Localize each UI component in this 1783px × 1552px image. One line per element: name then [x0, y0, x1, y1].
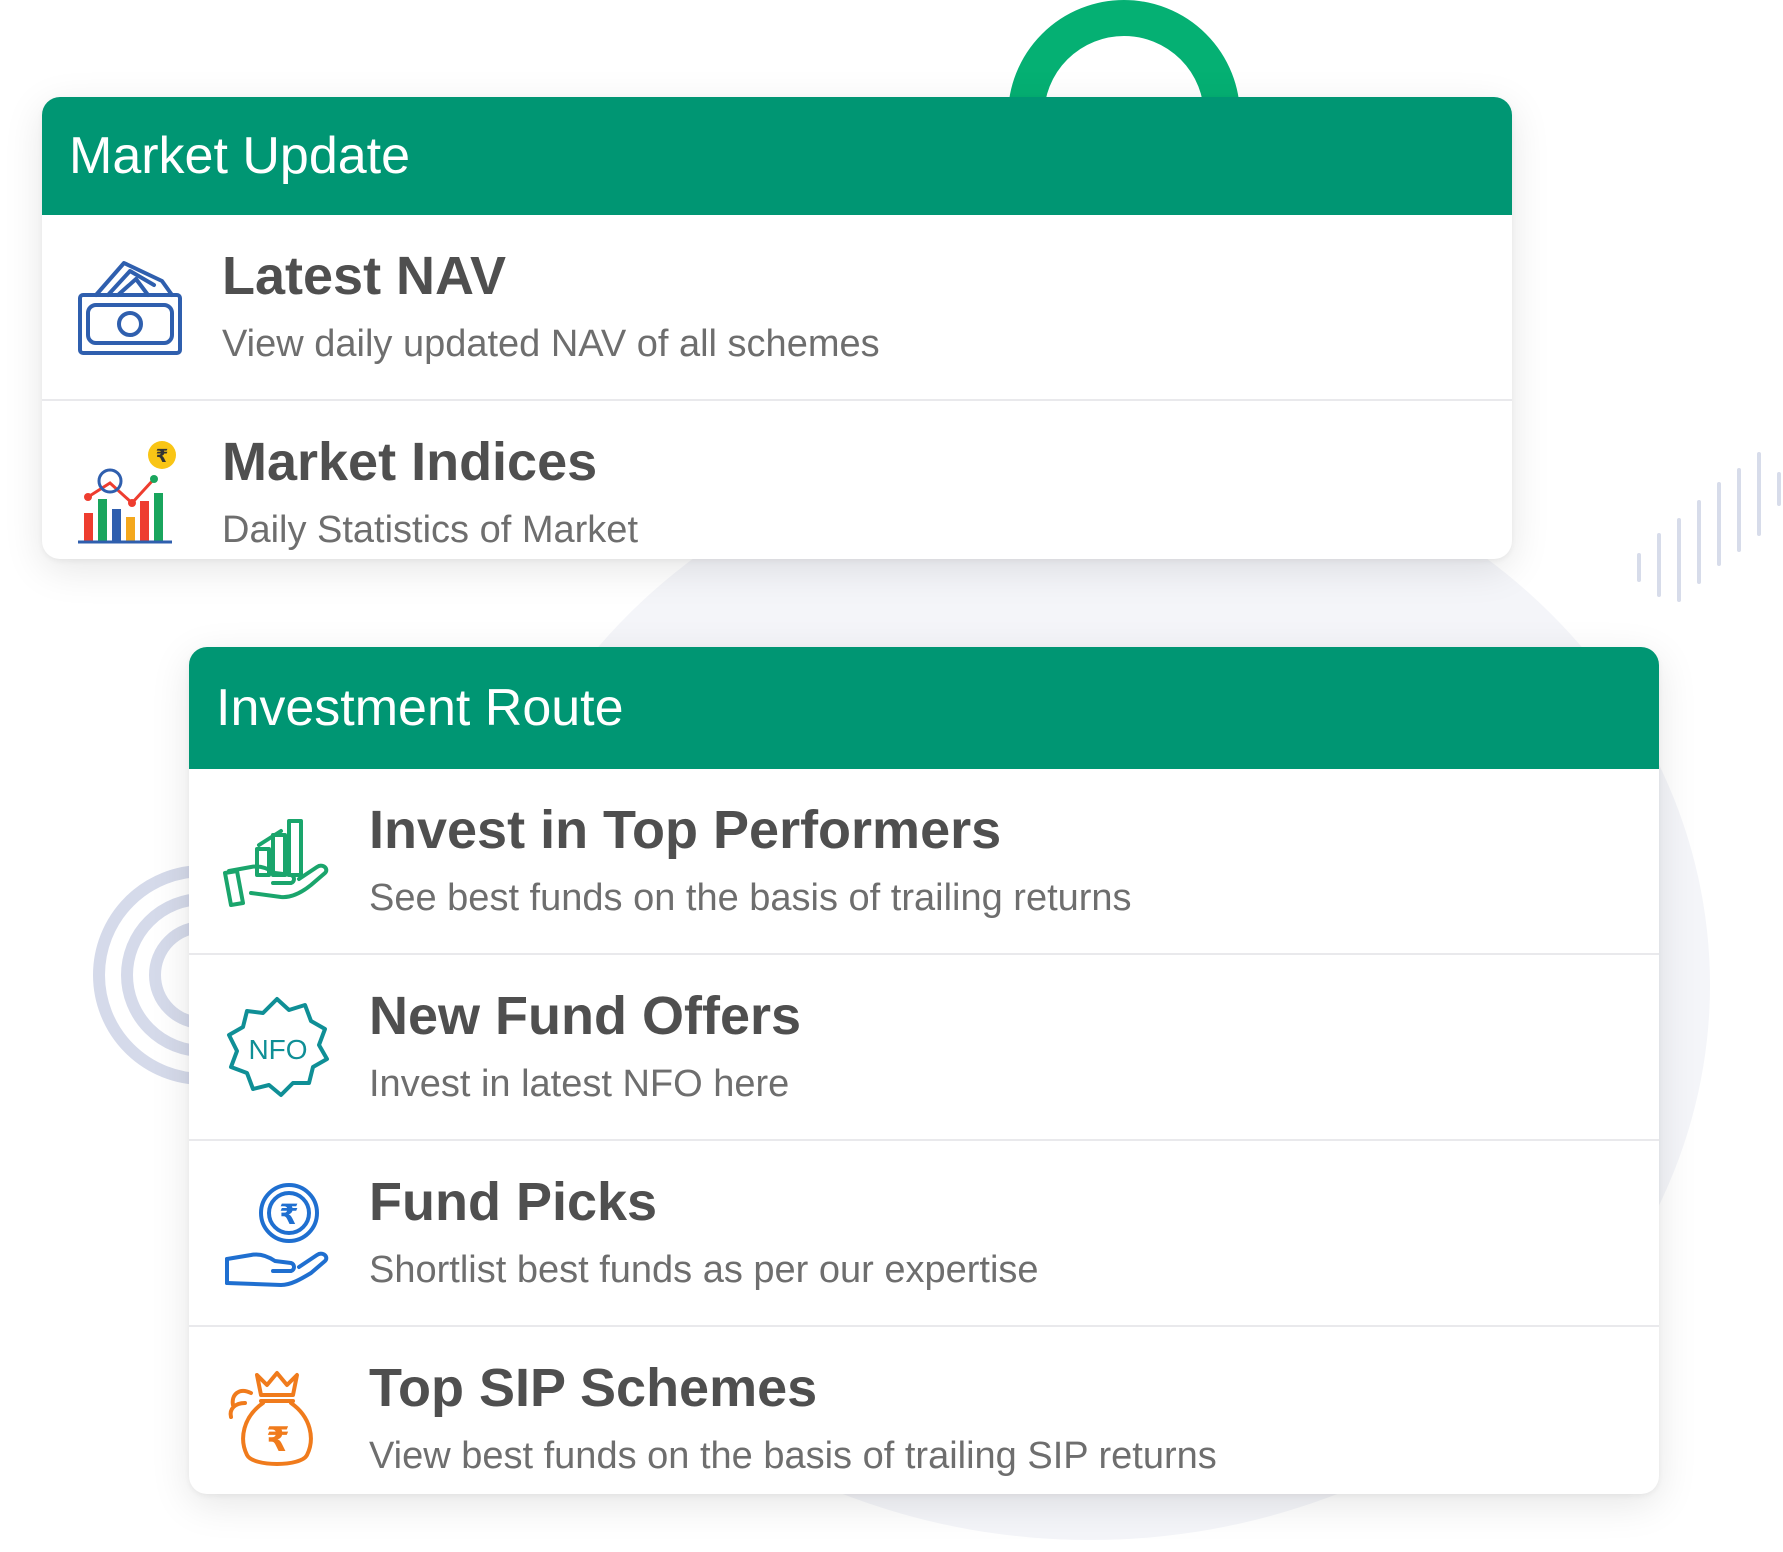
- item-title: Top SIP Schemes: [369, 1358, 818, 1418]
- list-item-market-indices[interactable]: ₹ Market Indices Daily Statistics of Mar…: [42, 401, 1512, 559]
- hand-growth-chart-icon: [221, 807, 333, 919]
- nfo-badge-icon: NFO: [221, 993, 333, 1105]
- item-title: Latest NAV: [222, 246, 507, 306]
- rupee-money-bag-icon: ₹: [221, 1365, 333, 1477]
- rupee-symbol: ₹: [156, 446, 169, 467]
- item-description: See best funds on the basis of trailing …: [369, 877, 1132, 919]
- list-item-top-sip-schemes[interactable]: ₹ Top SIP Schemes View best funds on the…: [189, 1327, 1659, 1494]
- list-item-latest-nav[interactable]: Latest NAV View daily updated NAV of all…: [42, 215, 1512, 401]
- hand-rupee-coin-icon: ₹: [221, 1179, 333, 1291]
- money-stack-icon: [74, 253, 186, 365]
- list-item-new-fund-offers[interactable]: NFO New Fund Offers Invest in latest NFO…: [189, 955, 1659, 1141]
- nfo-text: NFO: [248, 1034, 307, 1065]
- market-update-card: Market Update Latest NAV View daily upda…: [42, 97, 1512, 559]
- market-update-header: Market Update: [42, 97, 1512, 215]
- market-chart-icon: ₹: [74, 439, 186, 551]
- market-update-title: Market Update: [69, 127, 411, 185]
- rupee-symbol: ₹: [279, 1198, 298, 1231]
- list-item-fund-picks[interactable]: ₹ Fund Picks Shortlist best funds as per…: [189, 1141, 1659, 1327]
- vertical-lines-decoration: [1637, 452, 1781, 602]
- item-title: Invest in Top Performers: [369, 800, 1002, 860]
- rupee-symbol: ₹: [266, 1420, 290, 1460]
- investment-route-card: Investment Route Invest in Top Performer…: [189, 647, 1659, 1494]
- item-title: Market Indices: [222, 432, 598, 492]
- item-description: Shortlist best funds as per our expertis…: [369, 1249, 1039, 1291]
- item-title: Fund Picks: [369, 1172, 658, 1232]
- investment-route-title: Investment Route: [216, 679, 624, 737]
- list-item-top-performers[interactable]: Invest in Top Performers See best funds …: [189, 769, 1659, 955]
- item-description: View best funds on the basis of trailing…: [369, 1435, 1217, 1477]
- item-description: Daily Statistics of Market: [222, 509, 638, 551]
- item-description: View daily updated NAV of all schemes: [222, 323, 880, 365]
- investment-route-header: Investment Route: [189, 647, 1659, 769]
- item-description: Invest in latest NFO here: [369, 1063, 790, 1105]
- item-title: New Fund Offers: [369, 986, 802, 1046]
